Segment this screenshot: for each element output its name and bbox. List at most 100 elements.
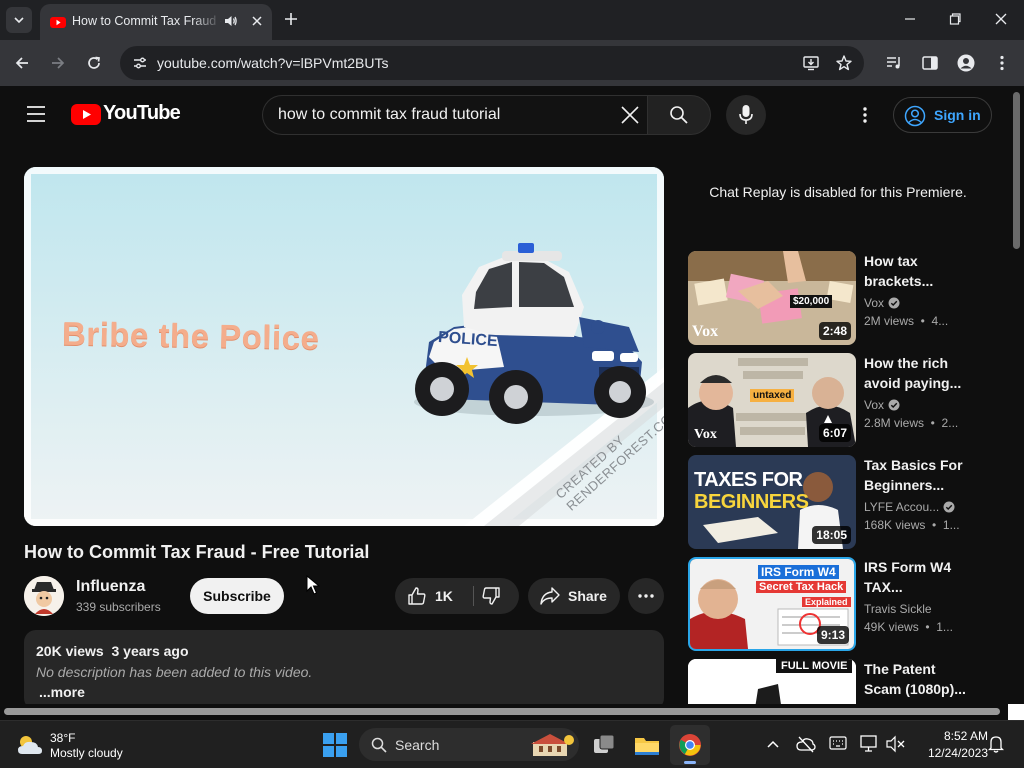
forward-arrow-icon[interactable] <box>50 55 66 71</box>
channel-avatar[interactable] <box>24 576 64 616</box>
weather-cloud-icon[interactable] <box>16 733 44 757</box>
recommended-title[interactable]: Tax Basics For Beginners... <box>864 455 974 495</box>
browser-toolbar: youtube.com/watch?v=lBPVmt2BUTs <box>0 40 1024 86</box>
keyboard-icon[interactable] <box>829 736 847 750</box>
thumbnail-text: untaxed <box>750 389 795 402</box>
hamburger-menu-icon[interactable] <box>26 105 46 123</box>
back-arrow-icon[interactable] <box>14 55 30 71</box>
recommended-video[interactable]: IRS Form W4 Secret Tax Hack Explained 9:… <box>688 557 988 651</box>
taskbar-time[interactable]: 8:52 AM <box>928 729 988 743</box>
search-input[interactable] <box>278 106 598 124</box>
windows-start-icon[interactable] <box>323 733 347 757</box>
file-explorer-icon[interactable] <box>634 733 660 757</box>
profile-avatar-icon[interactable] <box>957 54 975 72</box>
thumbnail-text: TAXES FOR <box>694 469 803 491</box>
share-label: Share <box>568 588 607 604</box>
video-thumbnail[interactable]: FULL MOVIE <box>688 659 856 704</box>
chevron-up-icon[interactable] <box>766 738 780 750</box>
video-thumbnail[interactable]: TAXES FOR BEGINNERS 18:05 <box>688 455 856 549</box>
verified-check-icon <box>943 501 955 513</box>
side-panel-icon[interactable] <box>921 54 939 72</box>
video-duration: 9:13 <box>816 626 849 644</box>
video-player[interactable]: Bribe the Police POLICE CREATED BY RENDE… <box>24 167 664 526</box>
network-monitor-icon[interactable] <box>860 735 880 753</box>
video-thumbnail[interactable]: untaxed Vox 6:07 <box>688 353 856 447</box>
notification-bell-icon[interactable] <box>988 735 1004 753</box>
active-app-indicator <box>684 761 696 764</box>
chrome-menu-icon[interactable] <box>993 54 1011 72</box>
search-icon <box>371 737 387 753</box>
voice-search-button[interactable] <box>726 95 766 135</box>
like-button[interactable]: 1K <box>395 578 473 614</box>
recommended-channel[interactable]: LYFE Accou... <box>864 500 955 514</box>
tab-search-button[interactable] <box>6 7 32 33</box>
install-app-icon[interactable] <box>802 54 820 72</box>
youtube-logo-icon[interactable] <box>71 104 101 125</box>
horizontal-scrollbar[interactable] <box>0 704 1024 718</box>
video-thumbnail[interactable]: IRS Form W4 Secret Tax Hack Explained 9:… <box>688 557 856 651</box>
thumbnail-text: Explained <box>802 597 851 607</box>
speaker-icon[interactable] <box>224 14 238 28</box>
reload-icon[interactable] <box>86 55 102 71</box>
thumbnail-text: $20,000 <box>790 295 833 308</box>
recommended-video[interactable]: TAXES FOR BEGINNERS 18:05 Tax Basics For… <box>688 455 988 549</box>
thumbs-up-icon <box>407 586 427 606</box>
recommended-title[interactable]: How the rich avoid paying... <box>864 353 974 393</box>
description-box[interactable]: 20K views 3 years ago No description has… <box>24 630 664 710</box>
share-button[interactable]: Share <box>528 578 620 614</box>
recommended-title[interactable]: The Patent Scam (1080p)... <box>864 659 974 699</box>
browser-tab-active[interactable]: How to Commit Tax Fraud - YouTube <box>40 4 272 40</box>
subscribe-button[interactable]: Subscribe <box>190 578 284 614</box>
media-controls-icon[interactable] <box>885 54 903 72</box>
share-arrow-icon <box>539 586 561 606</box>
description-more-link[interactable]: ...more <box>39 684 85 700</box>
horizontal-dots-icon <box>637 587 655 605</box>
chat-replay-notice: Chat Replay is disabled for this Premier… <box>709 184 967 200</box>
browser-tab-strip: How to Commit Tax Fraud - YouTube <box>0 0 1024 40</box>
restore-icon[interactable] <box>948 12 962 26</box>
clear-search-icon[interactable] <box>620 105 640 125</box>
vertical-scrollbar[interactable] <box>1013 92 1020 249</box>
recommended-channel[interactable]: Vox <box>864 296 900 310</box>
url-text: youtube.com/watch?v=lBPVmt2BUTs <box>157 55 389 71</box>
cloud-offline-icon[interactable] <box>796 735 816 753</box>
channel-name[interactable]: Influenza <box>76 578 145 596</box>
sign-in-button[interactable]: Sign in <box>893 97 992 133</box>
chrome-taskbar-button[interactable] <box>670 725 710 765</box>
video-caption-text: Bribe the Police <box>61 314 320 357</box>
task-view-icon[interactable] <box>592 733 616 757</box>
search-button[interactable] <box>647 95 711 135</box>
youtube-favicon-icon <box>50 14 66 30</box>
recommended-video[interactable]: untaxed Vox 6:07 How the rich avoid payi… <box>688 353 988 447</box>
taskbar-search[interactable]: Search <box>359 728 579 761</box>
weather-temperature[interactable]: 38°F <box>50 731 75 745</box>
recommended-channel[interactable]: Travis Sickle <box>864 602 932 616</box>
recommended-meta: 2.8M views • 2... <box>864 416 959 430</box>
recommended-video[interactable]: FULL MOVIE The Patent Scam (1080p)... <box>688 659 988 704</box>
minimize-icon[interactable] <box>903 12 917 26</box>
thumbs-down-icon[interactable] <box>481 586 501 606</box>
youtube-logo-text[interactable]: YouTube <box>103 102 181 125</box>
view-stats: 20K views 3 years ago <box>36 643 189 659</box>
new-tab-plus-icon[interactable] <box>283 11 299 27</box>
horizontal-scrollbar-thumb[interactable] <box>4 708 1000 715</box>
video-duration: 6:07 <box>818 424 851 442</box>
weather-description[interactable]: Mostly cloudy <box>50 746 123 760</box>
taskbar-date[interactable]: 12/24/2023 <box>908 746 988 760</box>
tab-title: How to Commit Tax Fraud - YouTube <box>72 14 222 28</box>
recommended-title[interactable]: IRS Form W4 TAX... <box>864 557 974 597</box>
more-actions-button[interactable] <box>628 578 664 614</box>
speaker-muted-icon[interactable] <box>886 735 906 753</box>
close-tab-icon[interactable] <box>250 14 264 28</box>
recommended-channel[interactable]: Vox <box>864 398 900 412</box>
close-window-icon[interactable] <box>994 12 1008 26</box>
recommended-video[interactable]: $20,000 Vox 2:48 How tax brackets... Vox… <box>688 251 988 345</box>
settings-kebab-icon[interactable] <box>856 106 874 124</box>
recommended-title[interactable]: How tax brackets... <box>864 251 974 291</box>
video-thumbnail[interactable]: $20,000 Vox 2:48 <box>688 251 856 345</box>
bookmark-star-icon[interactable] <box>835 54 853 72</box>
address-bar[interactable]: youtube.com/watch?v=lBPVmt2BUTs <box>120 46 864 80</box>
thumbnail-brand: Vox <box>694 427 717 442</box>
search-box[interactable] <box>262 95 648 135</box>
site-info-icon[interactable] <box>132 55 148 71</box>
